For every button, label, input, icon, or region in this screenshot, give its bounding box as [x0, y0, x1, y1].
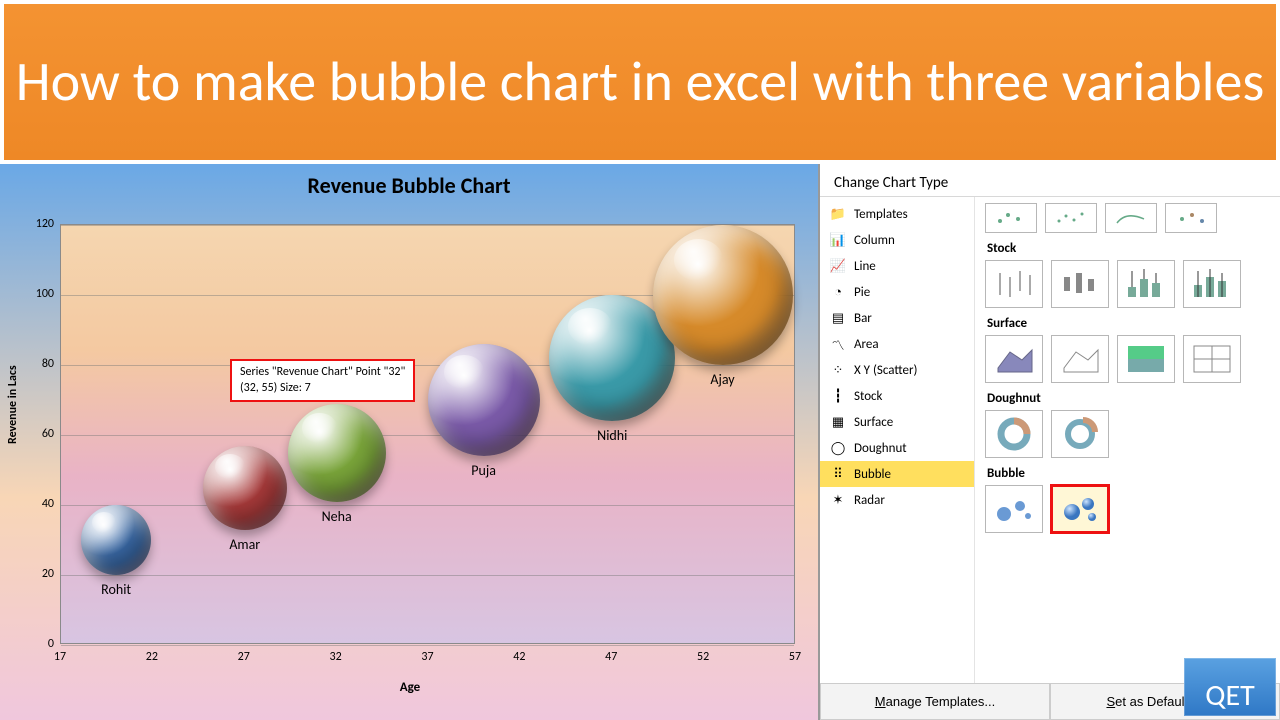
section-bubble: Bubble	[987, 466, 1270, 481]
type-icon: ✶	[830, 492, 846, 508]
doughnut-chart-icon[interactable]	[1051, 410, 1109, 458]
y-tick: 60	[30, 427, 54, 441]
type-icon: ◯	[830, 440, 846, 456]
type-item-stock[interactable]: ┇Stock	[820, 383, 974, 409]
y-tick: 100	[30, 287, 54, 301]
chart-tooltip: Series "Revenue Chart" Point "32" (32, 5…	[230, 359, 415, 402]
type-icon: ⁘	[830, 362, 846, 378]
type-icon: ⠿	[830, 466, 846, 482]
type-item-doughnut[interactable]: ◯Doughnut	[820, 435, 974, 461]
stock-chart-icon[interactable]	[1051, 260, 1109, 308]
scatter-variant-icon[interactable]	[985, 203, 1037, 233]
x-tick: 47	[605, 650, 617, 664]
bubble-label: Amar	[229, 536, 260, 553]
type-item-templates[interactable]: 📁Templates	[820, 201, 974, 227]
tooltip-line-1: Series "Revenue Chart" Point "32"	[240, 365, 405, 381]
bubble-label: Ajay	[710, 371, 734, 388]
x-tick: 42	[513, 650, 525, 664]
type-item-column[interactable]: 📊Column	[820, 227, 974, 253]
doughnut-chart-icon[interactable]	[985, 410, 1043, 458]
bubble-label: Nidhi	[597, 427, 627, 444]
y-tick: 0	[30, 637, 54, 651]
x-tick: 17	[54, 650, 66, 664]
change-chart-type-panel: Change Chart Type 📁Templates📊Column📈Line…	[820, 164, 1280, 720]
scatter-variant-icon[interactable]	[1045, 203, 1097, 233]
type-item-surface[interactable]: ▦Surface	[820, 409, 974, 435]
watermark: QET	[1184, 658, 1276, 716]
section-doughnut: Doughnut	[987, 391, 1270, 406]
chart-gallery: Stock Surface Doughnut	[975, 197, 1280, 683]
bubble-neha[interactable]	[288, 404, 386, 502]
bubble-chart-flat-icon[interactable]	[985, 485, 1043, 533]
surface-chart-icon[interactable]	[1051, 335, 1109, 383]
chart-area: Revenue Bubble Chart Rohit Amar Neha Puja Ni…	[0, 164, 820, 720]
x-tick: 57	[789, 650, 801, 664]
x-tick: 27	[238, 650, 250, 664]
surface-chart-icon[interactable]	[1117, 335, 1175, 383]
gallery-row-top	[985, 203, 1270, 233]
scatter-variant-icon[interactable]	[1105, 203, 1157, 233]
banner-title: How to make bubble chart in excel with t…	[16, 50, 1265, 114]
y-axis-title: Revenue in Lacs	[6, 365, 20, 444]
surface-chart-icon[interactable]	[1183, 335, 1241, 383]
stock-chart-icon[interactable]	[985, 260, 1043, 308]
bubble-label: Puja	[471, 462, 496, 479]
tooltip-line-2: (32, 55) Size: 7	[240, 381, 405, 397]
type-icon: ▦	[830, 414, 846, 430]
scatter-variant-icon[interactable]	[1165, 203, 1217, 233]
bubble-amar[interactable]	[203, 446, 287, 530]
type-item-radar[interactable]: ✶Radar	[820, 487, 974, 513]
stock-chart-icon[interactable]	[1117, 260, 1175, 308]
type-icon: ▤	[830, 310, 846, 326]
type-icon: 〽	[830, 336, 846, 352]
manage-templates-button[interactable]: Manage Templates...	[820, 684, 1050, 720]
type-icon: ┇	[830, 388, 846, 404]
section-stock: Stock	[987, 241, 1270, 256]
stock-chart-icon[interactable]	[1183, 260, 1241, 308]
chart-type-list: 📁Templates📊Column📈Line◔Pie▤Bar〽Area⁘X Y …	[820, 197, 975, 683]
type-item-area[interactable]: 〽Area	[820, 331, 974, 357]
surface-chart-icon[interactable]	[985, 335, 1043, 383]
title-banner: How to make bubble chart in excel with t…	[0, 0, 1280, 164]
bubble-label: Rohit	[101, 581, 131, 598]
type-item-bubble[interactable]: ⠿Bubble	[820, 461, 974, 487]
x-tick: 52	[697, 650, 709, 664]
type-icon: 📁	[830, 206, 846, 222]
bubble-chart-3d-icon[interactable]	[1051, 485, 1109, 533]
bubble-ajay[interactable]	[653, 225, 793, 365]
type-icon: ◔	[830, 284, 846, 300]
type-item-line[interactable]: 📈Line	[820, 253, 974, 279]
type-item-bar[interactable]: ▤Bar	[820, 305, 974, 331]
bubble-puja[interactable]	[428, 344, 540, 456]
x-tick: 32	[330, 650, 342, 664]
type-icon: 📈	[830, 258, 846, 274]
bubble-rohit[interactable]	[81, 505, 151, 575]
x-tick: 22	[146, 650, 158, 664]
bubble-label: Neha	[322, 508, 352, 525]
section-surface: Surface	[987, 316, 1270, 331]
plot-area[interactable]: Rohit Amar Neha Puja Nidhi Ajay	[60, 224, 795, 644]
panel-title: Change Chart Type	[820, 164, 1280, 196]
y-tick: 120	[30, 217, 54, 231]
y-tick: 80	[30, 357, 54, 371]
y-tick: 40	[30, 497, 54, 511]
type-item-x-y-scatter-[interactable]: ⁘X Y (Scatter)	[820, 357, 974, 383]
y-tick: 20	[30, 567, 54, 581]
x-tick: 37	[421, 650, 433, 664]
x-axis-title: Age	[0, 680, 820, 695]
chart-title: Revenue Bubble Chart	[0, 164, 818, 199]
type-item-pie[interactable]: ◔Pie	[820, 279, 974, 305]
type-icon: 📊	[830, 232, 846, 248]
